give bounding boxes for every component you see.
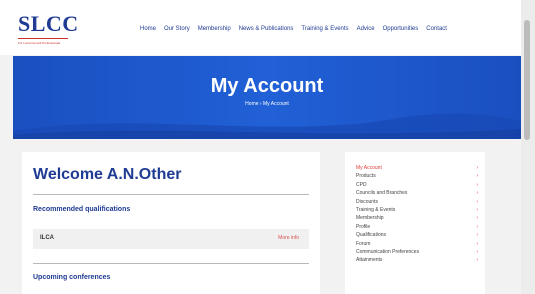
more-info-link[interactable]: More info xyxy=(278,235,299,241)
side-menu-item-label: Qualifications xyxy=(356,232,387,239)
side-menu-item-label: My Account xyxy=(356,165,382,171)
account-side-menu: My Account › Products › CPD › Councils and Bra… xyxy=(345,152,485,294)
chevron-right-icon: › xyxy=(476,165,478,171)
chevron-right-icon: › xyxy=(476,223,478,230)
side-menu-item-label: Forum xyxy=(356,240,371,247)
side-menu-item-attainments[interactable]: Attainments › xyxy=(356,256,478,264)
chevron-right-icon: › xyxy=(476,198,478,205)
chevron-right-icon: › xyxy=(476,257,478,264)
nav-item-news-publications[interactable]: News & Publications xyxy=(239,26,294,32)
divider xyxy=(33,263,309,264)
site-header: SLCC For Local Council Professionals Hom… xyxy=(0,0,521,55)
nav-item-contact[interactable]: Contact xyxy=(426,26,447,32)
side-menu-item-discounts[interactable]: Discounts › xyxy=(356,198,478,206)
chevron-right-icon: › xyxy=(476,206,478,213)
page-banner: My Account Home › My Account xyxy=(13,56,521,139)
side-menu-item-cpd[interactable]: CPD › xyxy=(356,181,478,189)
side-menu-item-label: Attainments xyxy=(356,257,383,264)
side-menu-item-label: CPD xyxy=(356,181,367,188)
scrollbar-thumb[interactable] xyxy=(524,20,530,140)
side-menu-item-councils-and-branches[interactable]: Councils and Branches › xyxy=(356,189,478,197)
site-logo[interactable]: SLCC For Local Council Professionals xyxy=(18,13,79,45)
side-menu-item-membership[interactable]: Membership › xyxy=(356,214,478,222)
chevron-right-icon: › xyxy=(476,232,478,239)
chevron-right-icon: › xyxy=(476,190,478,197)
logo-tagline: For Local Council Professionals xyxy=(18,41,61,45)
side-menu-item-label: Training & Events xyxy=(356,206,396,213)
nav-item-advice[interactable]: Advice xyxy=(357,26,375,32)
side-menu-item-forum[interactable]: Forum › xyxy=(356,240,478,248)
logo-text: SLCC xyxy=(18,11,79,36)
nav-item-home[interactable]: Home xyxy=(140,26,156,32)
welcome-heading: Welcome A.N.Other xyxy=(33,166,182,183)
nav-item-our-story[interactable]: Our Story xyxy=(164,26,190,32)
nav-item-training-events[interactable]: Training & Events xyxy=(301,26,348,32)
side-menu-item-profile[interactable]: Profile › xyxy=(356,223,478,231)
side-menu-item-communication-preferences[interactable]: Communication Preferences › xyxy=(356,248,478,256)
side-menu-item-products[interactable]: Products › xyxy=(356,172,478,180)
chevron-right-icon: › xyxy=(476,181,478,188)
side-menu-item-label: Discounts xyxy=(356,198,378,205)
nav-item-membership[interactable]: Membership xyxy=(198,26,231,32)
side-menu-item-label: Membership xyxy=(356,215,384,222)
side-menu-item-qualifications[interactable]: Qualifications › xyxy=(356,231,478,239)
account-card: Welcome A.N.Other Recommended qualificat… xyxy=(22,152,320,294)
side-menu-item-my-account[interactable]: My Account › xyxy=(356,164,478,172)
chevron-right-icon: › xyxy=(476,215,478,222)
breadcrumb: Home › My Account xyxy=(245,101,289,107)
upcoming-conferences-heading: Upcoming conferences xyxy=(33,274,111,281)
side-menu-item-label: Communication Preferences xyxy=(356,248,420,255)
side-menu-item-label: Councils and Branches xyxy=(356,190,408,197)
divider xyxy=(33,194,309,195)
side-menu-item-training-and-events[interactable]: Training & Events › xyxy=(356,206,478,214)
main-nav: Home Our Story Membership News & Publica… xyxy=(140,26,447,32)
nav-item-opportunities[interactable]: Opportunities xyxy=(383,26,419,32)
logo-rule xyxy=(18,38,68,39)
qualification-row: ILCA More info xyxy=(33,229,309,249)
chevron-right-icon: › xyxy=(476,240,478,247)
chevron-right-icon: › xyxy=(476,248,478,255)
side-menu-item-label: Products xyxy=(356,173,376,180)
page-title: My Account xyxy=(210,75,324,97)
side-menu-item-label: Profile xyxy=(356,223,371,230)
page: SLCC For Local Council Professionals Hom… xyxy=(0,0,535,294)
qualification-name: ILCA xyxy=(40,235,54,241)
side-menu-list: My Account › Products › CPD › Councils and Bra… xyxy=(356,164,478,265)
recommended-qualifications-heading: Recommended qualifications xyxy=(33,206,131,213)
chevron-right-icon: › xyxy=(476,173,478,180)
